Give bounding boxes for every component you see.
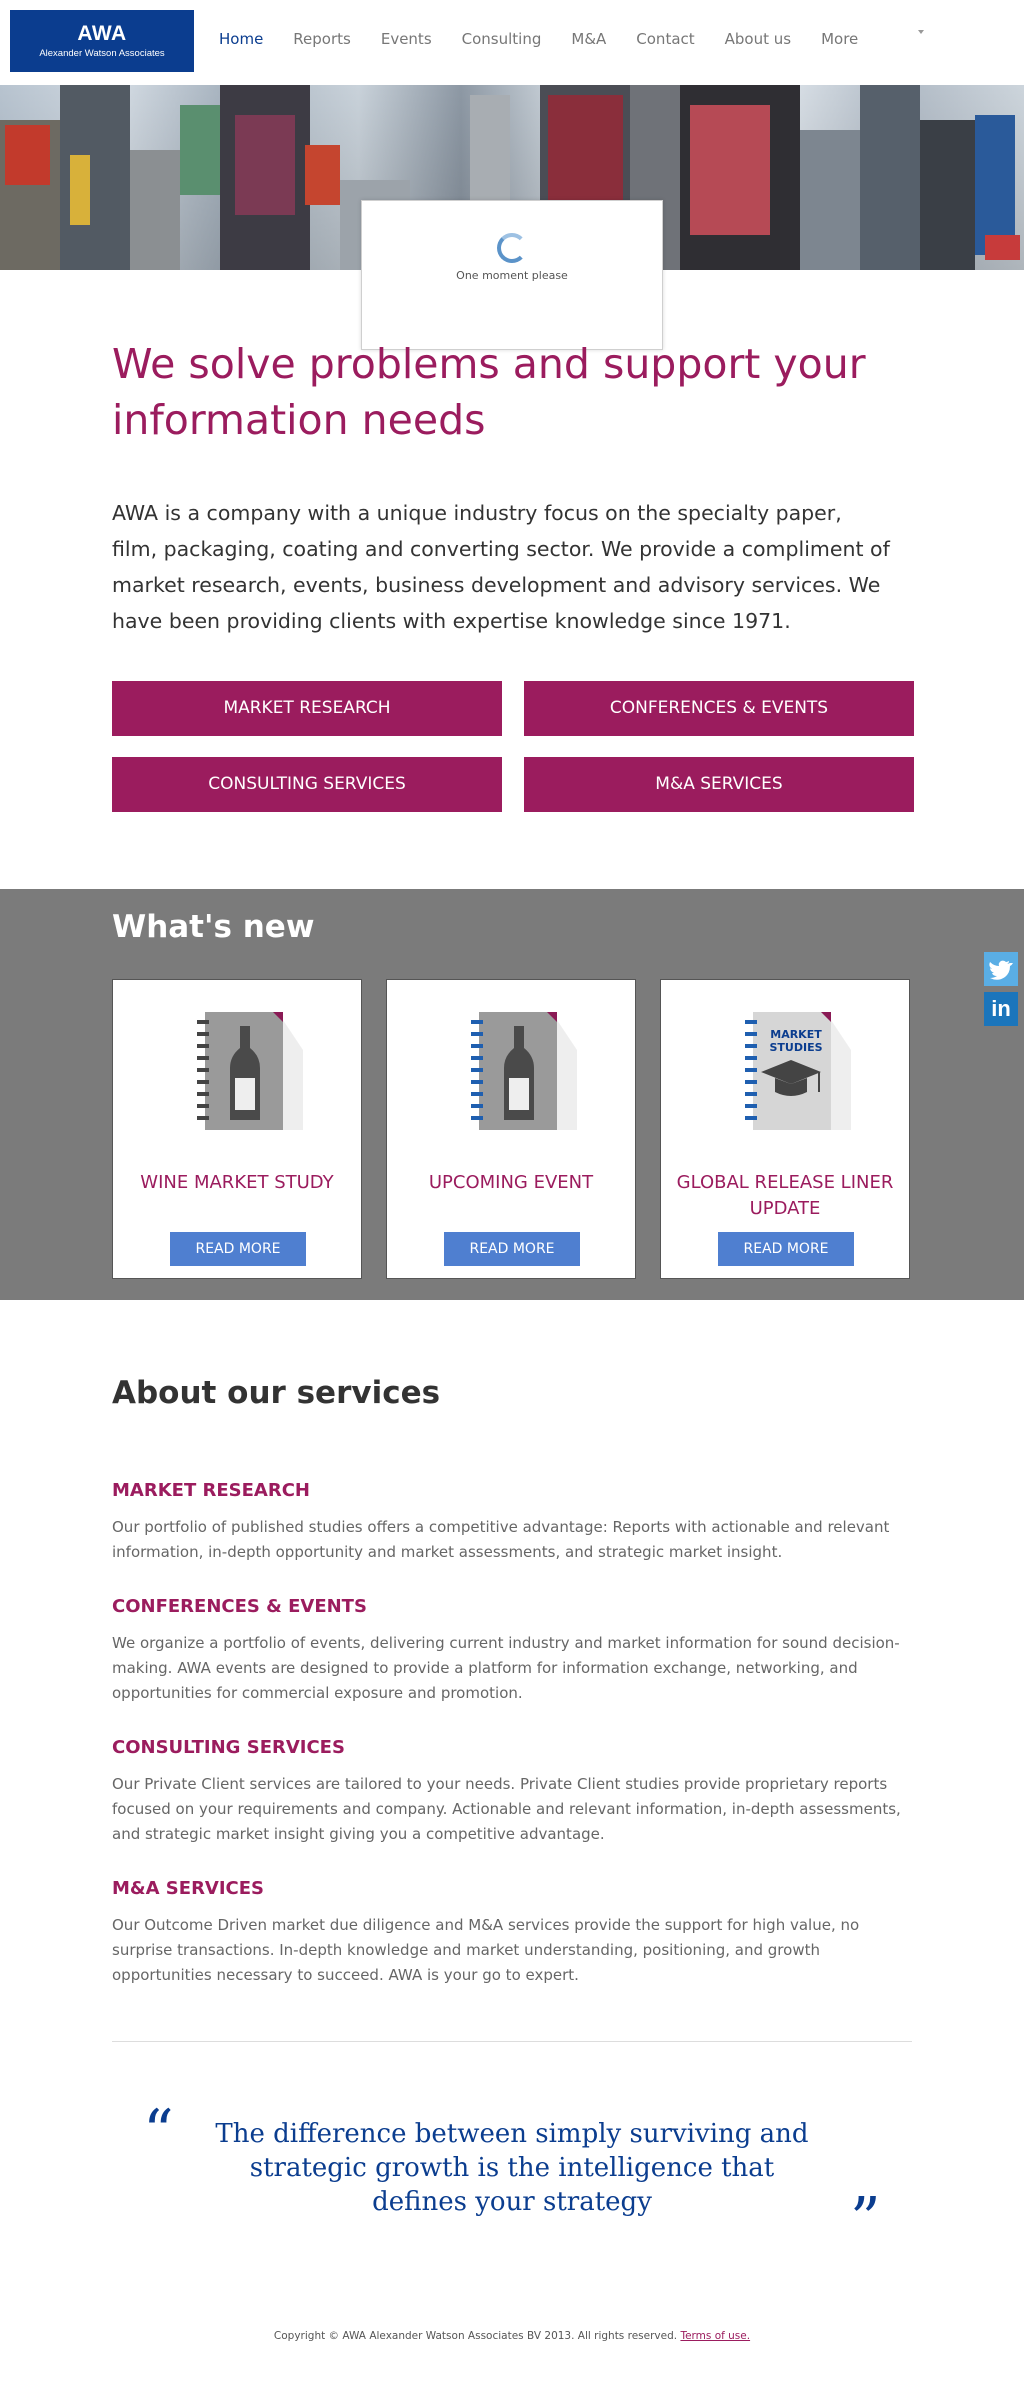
read-more-button[interactable]: READ MORE xyxy=(170,1232,306,1266)
about-services-title: About our services xyxy=(112,1375,441,1411)
nav-more[interactable]: More xyxy=(821,30,858,48)
nav-consulting[interactable]: Consulting xyxy=(462,30,542,48)
loading-text: One moment please xyxy=(456,269,568,282)
open-quote-icon: “ xyxy=(143,2097,174,2167)
nav-about-us[interactable]: About us xyxy=(725,30,791,48)
logo-text: AWA xyxy=(77,22,127,45)
m-and-a-services-button[interactable]: M&A SERVICES xyxy=(524,757,914,812)
copyright-text: Copyright © AWA Alexander Watson Associa… xyxy=(273,2330,678,2342)
market-studies-icon-text: MARKET STUDIES xyxy=(769,1028,823,1054)
site-header: AWA Alexander Watson Associates Home Rep… xyxy=(0,0,1024,85)
nav-reports[interactable]: Reports xyxy=(293,30,351,48)
footer: Copyright © AWA Alexander Watson Associa… xyxy=(0,2330,1024,2342)
service-description: We organize a portfolio of events, deliv… xyxy=(112,1634,900,1702)
nav-events[interactable]: Events xyxy=(381,30,432,48)
logo-subtitle: Alexander Watson Associates xyxy=(39,48,165,59)
awa-logo[interactable]: AWA Alexander Watson Associates xyxy=(10,10,194,72)
quote-text: The difference between simply surviving … xyxy=(215,2119,809,2217)
terms-of-use-link[interactable]: Terms of use. xyxy=(680,2330,750,2342)
whats-new-title: What's new xyxy=(112,909,315,945)
service-heading: CONFERENCES & EVENTS xyxy=(112,1596,367,1617)
chevron-down-icon[interactable] xyxy=(918,30,924,34)
service-description: Our Outcome Driven market due diligence … xyxy=(112,1916,860,1984)
spinner-icon xyxy=(497,233,527,263)
service-heading: M&A SERVICES xyxy=(112,1878,265,1899)
service-description: Our Private Client services are tailored… xyxy=(112,1775,901,1843)
market-research-button[interactable]: MARKET RESEARCH xyxy=(112,681,502,736)
card-title: GLOBAL RELEASE LINER UPDATE xyxy=(676,1172,894,1219)
read-more-button[interactable]: READ MORE xyxy=(718,1232,854,1266)
news-card: MARKET STUDIES GLOBAL RELEASE LINER UPDA… xyxy=(660,979,910,1279)
card-title: UPCOMING EVENT xyxy=(428,1172,594,1193)
wine-bottle-notebook-icon xyxy=(471,1012,577,1130)
page-headline: We solve problems and support your infor… xyxy=(112,340,866,444)
consulting-services-button[interactable]: CONSULTING SERVICES xyxy=(112,757,502,812)
nav-contact[interactable]: Contact xyxy=(636,30,694,48)
service-heading: MARKET RESEARCH xyxy=(112,1480,310,1501)
news-card: WINE MARKET STUDY READ MORE xyxy=(112,979,362,1279)
nav-home[interactable]: Home xyxy=(219,30,263,48)
read-more-button[interactable]: READ MORE xyxy=(444,1232,580,1266)
service-description: Our portfolio of published studies offer… xyxy=(112,1518,890,1561)
main-nav: Home Reports Events Consulting M&A Conta… xyxy=(219,30,888,48)
conferences-events-button[interactable]: CONFERENCES & EVENTS xyxy=(524,681,914,736)
card-title: WINE MARKET STUDY xyxy=(140,1172,334,1193)
wine-bottle-notebook-icon xyxy=(197,1012,303,1130)
service-heading: CONSULTING SERVICES xyxy=(112,1737,345,1758)
nav-m-and-a[interactable]: M&A xyxy=(571,30,606,48)
twitter-icon[interactable] xyxy=(984,952,1018,986)
intro-paragraph: AWA is a company with a unique industry … xyxy=(112,501,890,633)
whats-new-section: What's new WINE MARKET STUDY READ MORE U… xyxy=(0,889,1024,1300)
section-divider xyxy=(112,2041,912,2042)
loading-dialog: One moment please xyxy=(361,200,663,350)
close-quote-icon: ” xyxy=(850,2185,881,2255)
linkedin-icon[interactable]: in xyxy=(984,992,1018,1026)
news-card: UPCOMING EVENT READ MORE xyxy=(386,979,636,1279)
